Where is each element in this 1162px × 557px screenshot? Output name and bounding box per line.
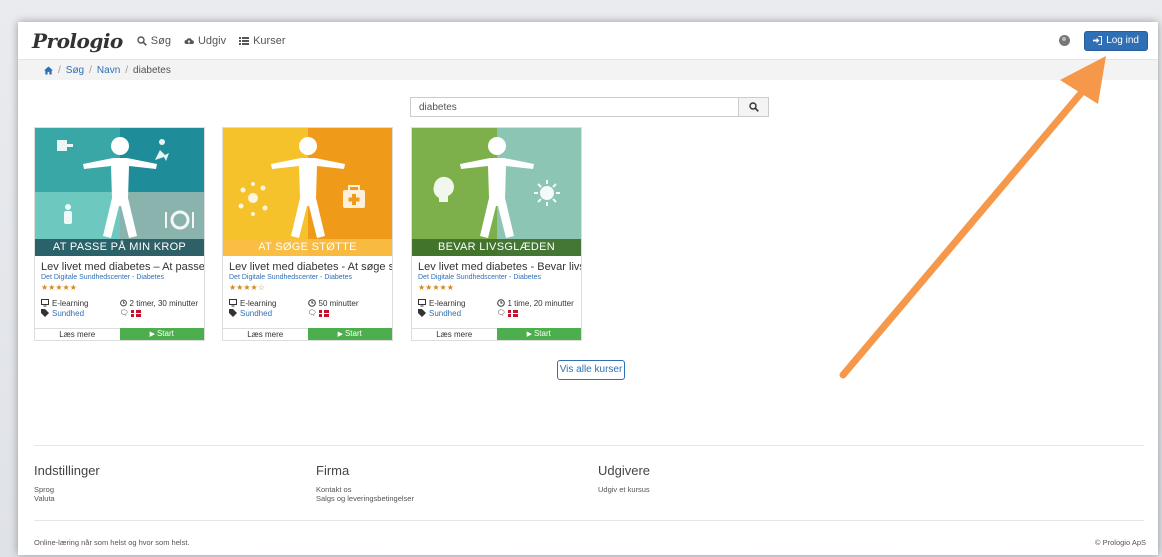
annotation-arrow-icon bbox=[839, 56, 1106, 379]
